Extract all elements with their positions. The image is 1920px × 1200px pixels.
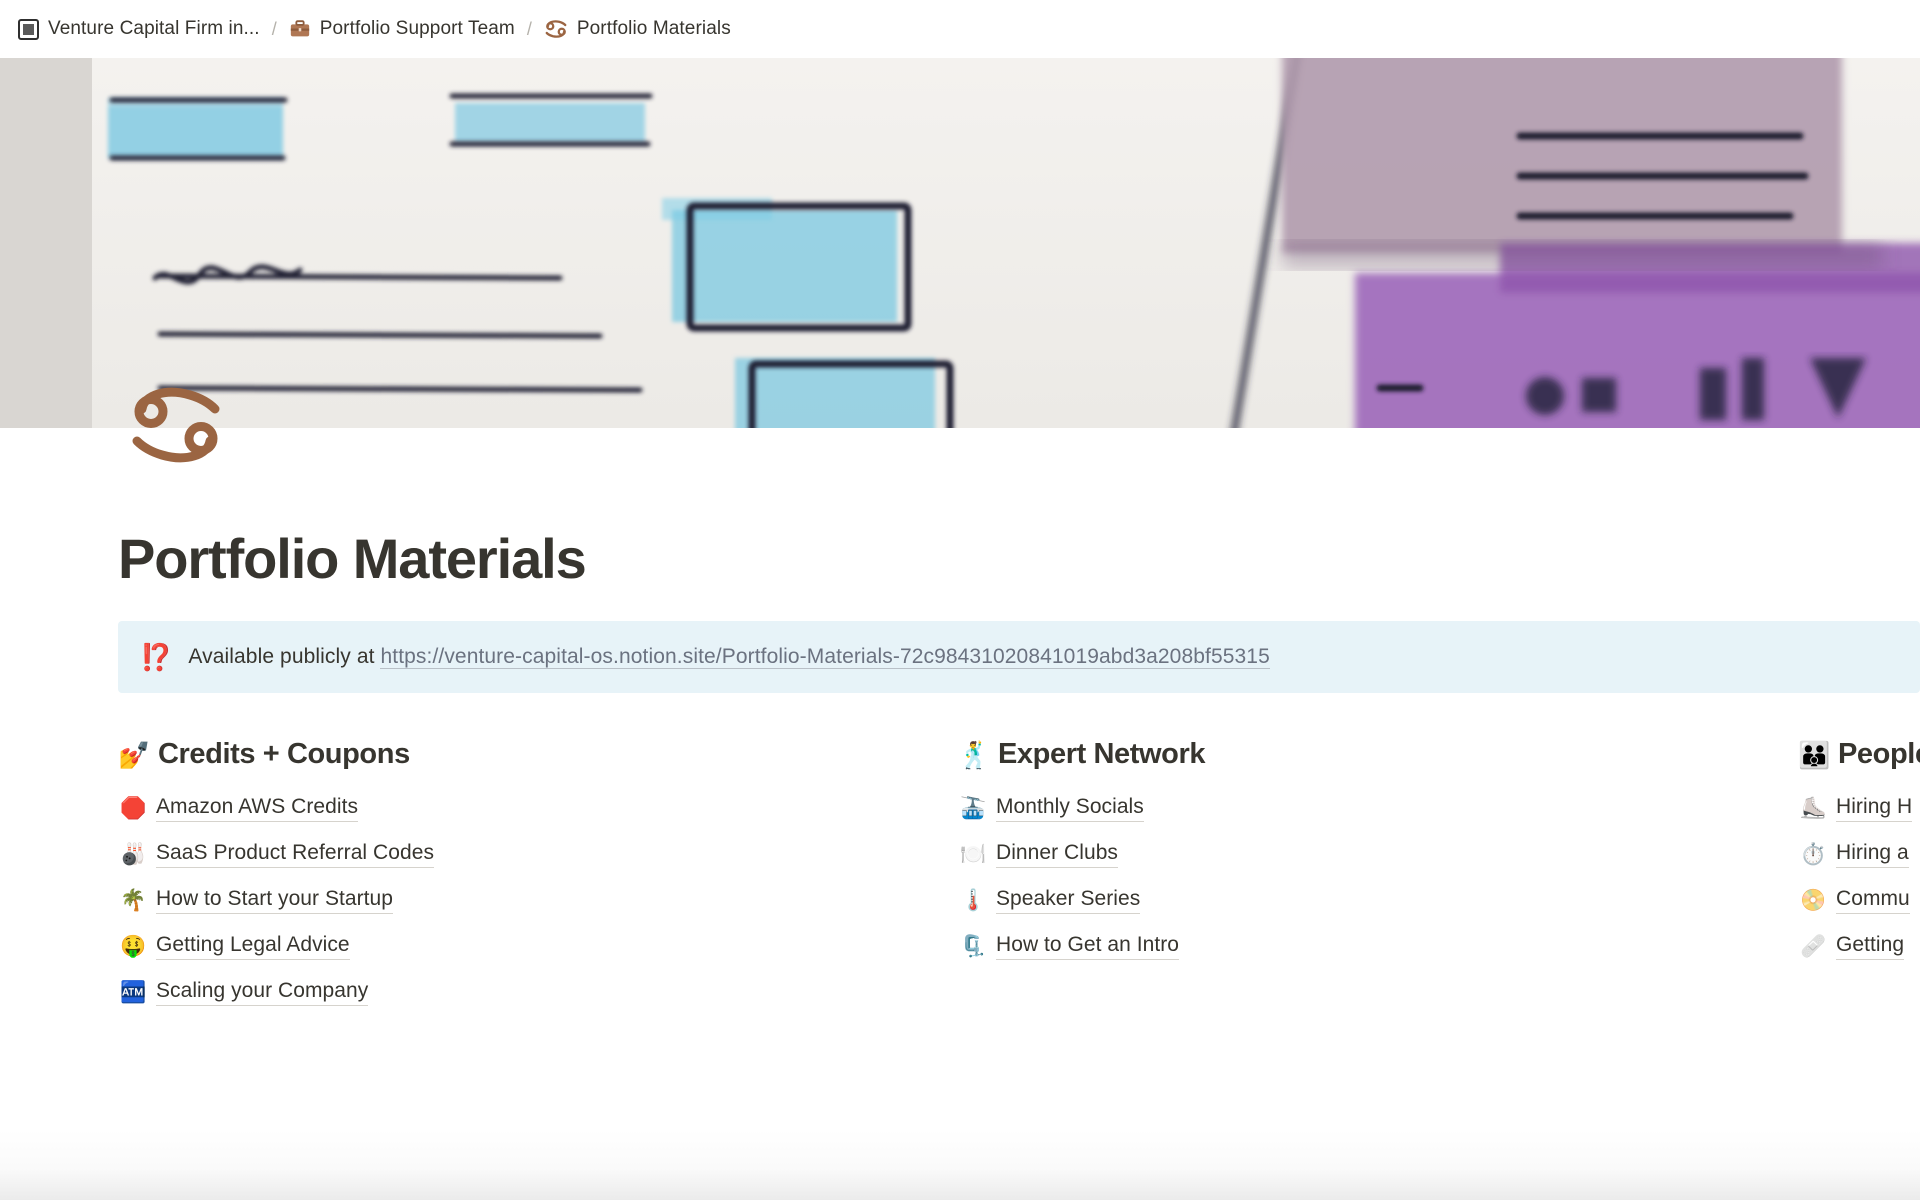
ice-skate-icon: ⛸️ bbox=[1800, 796, 1827, 820]
mountain-cableway-icon: 🚠 bbox=[960, 796, 987, 820]
column-heading: 🕺 Expert Network bbox=[958, 738, 1798, 771]
dvd-icon: 📀 bbox=[1800, 888, 1827, 912]
page-content: Portfolio Materials ⁉️ Available publicl… bbox=[0, 428, 1920, 1200]
callout-text-prefix: Available publicly at bbox=[188, 645, 375, 668]
framed-square-icon bbox=[18, 18, 39, 40]
link-columns: 💅 Credits + Coupons 🛑 Amazon AWS Credits… bbox=[118, 738, 1920, 1015]
thermometer-icon: 🌡️ bbox=[960, 888, 987, 912]
breadcrumb-item-label: Portfolio Materials bbox=[576, 18, 731, 39]
adhesive-bandage-icon: 🩹 bbox=[1800, 934, 1827, 958]
list-item[interactable]: 🍽️ Dinner Clubs bbox=[958, 831, 1798, 877]
list-item[interactable]: ⛸️ Hiring H bbox=[1798, 785, 1920, 831]
list-item[interactable]: 🩹 Getting bbox=[1798, 923, 1920, 969]
fork-and-knife-with-plate-icon: 🍽️ bbox=[960, 842, 987, 866]
column-heading-label: Credits + Coupons bbox=[157, 738, 410, 770]
page-link[interactable]: Speaker Series bbox=[996, 887, 1141, 914]
cover-illustration bbox=[0, 58, 1920, 428]
palm-tree-icon: 🌴 bbox=[120, 888, 147, 912]
list-item[interactable]: 🎳 SaaS Product Referral Codes bbox=[118, 831, 958, 877]
public-url-callout: ⁉️ Available publicly at https://venture… bbox=[118, 621, 1920, 693]
public-url-link[interactable]: https://venture-capital-os.notion.site/P… bbox=[380, 645, 1270, 669]
page-link[interactable]: Dinner Clubs bbox=[996, 841, 1118, 868]
breadcrumb-separator: / bbox=[271, 18, 277, 39]
breadcrumb-item-portfolio-materials[interactable]: Portfolio Materials bbox=[538, 15, 737, 43]
atm-sign-icon: 🏧 bbox=[120, 980, 147, 1004]
clamp-icon: 🗜️ bbox=[960, 934, 987, 958]
page-title: Portfolio Materials bbox=[118, 527, 587, 590]
list-item[interactable]: 🌴 How to Start your Startup bbox=[118, 877, 958, 923]
page-link[interactable]: How to Get an Intro bbox=[996, 933, 1180, 960]
page-link[interactable]: Hiring H bbox=[1836, 795, 1913, 822]
breadcrumb-bar: Venture Capital Firm in... / Portfolio S… bbox=[0, 0, 1920, 58]
list-item[interactable]: 📀 Commu bbox=[1798, 877, 1920, 923]
column-heading: 👪 People bbox=[1798, 738, 1920, 771]
cancer-zodiac-icon bbox=[544, 18, 568, 40]
column-people: 👪 People ⛸️ Hiring H ⏱️ Hiring a 📀 Commu… bbox=[1798, 738, 1920, 1015]
breadcrumb-item-workspace[interactable]: Venture Capital Firm in... bbox=[12, 15, 266, 43]
page-link[interactable]: Scaling your Company bbox=[156, 979, 369, 1006]
column-heading-label: People bbox=[1837, 738, 1920, 770]
column-heading: 💅 Credits + Coupons bbox=[118, 738, 958, 771]
family-icon: 👪 bbox=[1798, 739, 1830, 770]
page-link[interactable]: SaaS Product Referral Codes bbox=[156, 841, 434, 868]
briefcase-icon bbox=[289, 18, 311, 40]
nail-polish-icon: 💅 bbox=[118, 739, 150, 770]
column-heading-label: Expert Network bbox=[997, 738, 1206, 770]
stop-sign-icon: 🛑 bbox=[120, 796, 147, 820]
page-link[interactable]: Getting Legal Advice bbox=[156, 933, 350, 960]
page-link[interactable]: Monthly Socials bbox=[996, 795, 1144, 822]
breadcrumb-item-label: Venture Capital Firm in... bbox=[48, 18, 260, 39]
list-item[interactable]: 🌡️ Speaker Series bbox=[958, 877, 1798, 923]
page-cover-image[interactable] bbox=[0, 58, 1920, 428]
bowling-icon: 🎳 bbox=[120, 842, 147, 866]
stopwatch-icon: ⏱️ bbox=[1800, 842, 1827, 866]
column-expert-network: 🕺 Expert Network 🚠 Monthly Socials 🍽️ Di… bbox=[958, 738, 1798, 1015]
list-item[interactable]: ⏱️ Hiring a bbox=[1798, 831, 1920, 877]
exclamation-question-mark-icon: ⁉️ bbox=[140, 642, 173, 672]
page-link[interactable]: How to Start your Startup bbox=[156, 887, 394, 914]
cancer-zodiac-icon bbox=[132, 387, 220, 463]
list-item[interactable]: 🤑 Getting Legal Advice bbox=[118, 923, 958, 969]
page-link[interactable]: Amazon AWS Credits bbox=[156, 795, 359, 822]
breadcrumb-item-portfolio-support-team[interactable]: Portfolio Support Team bbox=[283, 15, 521, 43]
page-link[interactable]: Hiring a bbox=[1836, 841, 1909, 868]
page-link[interactable]: Getting bbox=[1836, 933, 1905, 960]
list-item[interactable]: 🗜️ How to Get an Intro bbox=[958, 923, 1798, 969]
list-item[interactable]: 🏧 Scaling your Company bbox=[118, 969, 958, 1015]
breadcrumb-item-label: Portfolio Support Team bbox=[319, 18, 515, 39]
column-credits-coupons: 💅 Credits + Coupons 🛑 Amazon AWS Credits… bbox=[118, 738, 958, 1015]
page-icon-cancer-zodiac[interactable] bbox=[128, 378, 224, 474]
man-dancing-icon: 🕺 bbox=[958, 739, 990, 770]
money-mouth-face-icon: 🤑 bbox=[120, 934, 147, 958]
list-item[interactable]: 🛑 Amazon AWS Credits bbox=[118, 785, 958, 831]
callout-text: Available publicly at https://venture-ca… bbox=[188, 645, 1270, 669]
list-item[interactable]: 🚠 Monthly Socials bbox=[958, 785, 1798, 831]
breadcrumb-separator: / bbox=[526, 18, 532, 39]
page-link[interactable]: Commu bbox=[1836, 887, 1910, 914]
